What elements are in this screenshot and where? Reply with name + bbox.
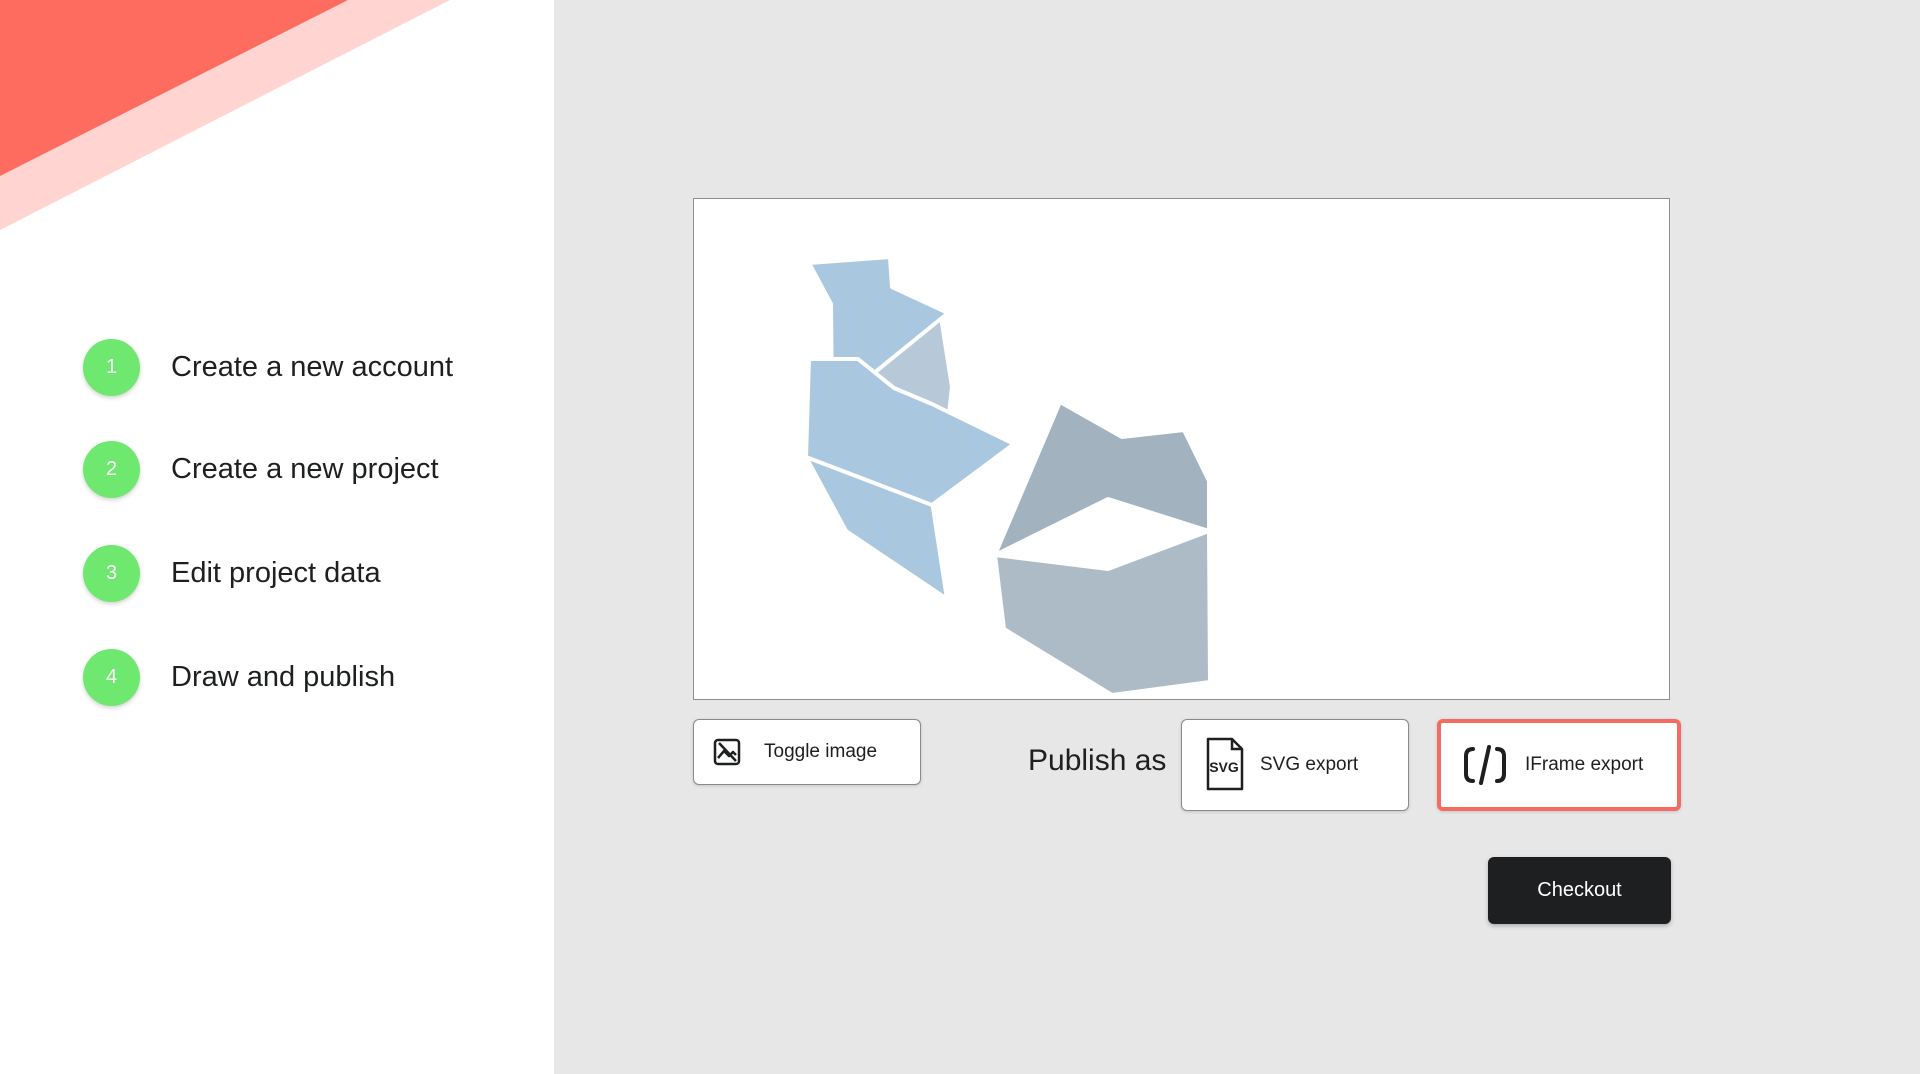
step-number-badge: 2 [83,440,140,498]
canvas-drawing [804,255,1212,697]
drawing-canvas[interactable] [693,198,1670,700]
main-panel: Toggle image Publish as SVG SVG export I… [554,0,1920,1074]
step-label: Create a new account [171,350,454,383]
image-toggle-icon [713,738,741,766]
svg-text:SVG: SVG [1209,759,1239,775]
step-number-badge: 3 [83,544,140,602]
publish-as-label: Publish as [1028,744,1167,777]
svg-export-button[interactable]: SVG SVG export [1181,719,1409,811]
svg-export-label: SVG export [1260,754,1359,775]
iframe-export-label: IFrame export [1525,754,1644,775]
steps-list: 1 Create a new account 2 Create a new pr… [0,0,554,1074]
checkout-button[interactable]: Checkout [1488,857,1671,924]
svg-file-icon: SVG [1206,737,1244,791]
step-draw-and-publish[interactable]: 4 Draw and publish [83,647,395,707]
gray-prism-shape[interactable] [993,400,1212,697]
step-label: Edit project data [171,556,381,589]
blue-prism-shape[interactable] [804,255,1016,601]
steps-sidebar: 1 Create a new account 2 Create a new pr… [0,0,554,1074]
step-edit-project-data[interactable]: 3 Edit project data [83,543,381,603]
step-number-badge: 4 [83,648,140,706]
code-brackets-icon [1464,745,1506,785]
step-label: Draw and publish [171,660,396,693]
step-number-badge: 1 [83,338,140,396]
toggle-image-button[interactable]: Toggle image [693,719,921,785]
step-create-account[interactable]: 1 Create a new account [83,337,453,397]
step-create-project[interactable]: 2 Create a new project [83,439,439,499]
iframe-export-button[interactable]: IFrame export [1437,719,1681,811]
step-label: Create a new project [171,452,439,485]
toggle-image-label: Toggle image [764,741,878,762]
